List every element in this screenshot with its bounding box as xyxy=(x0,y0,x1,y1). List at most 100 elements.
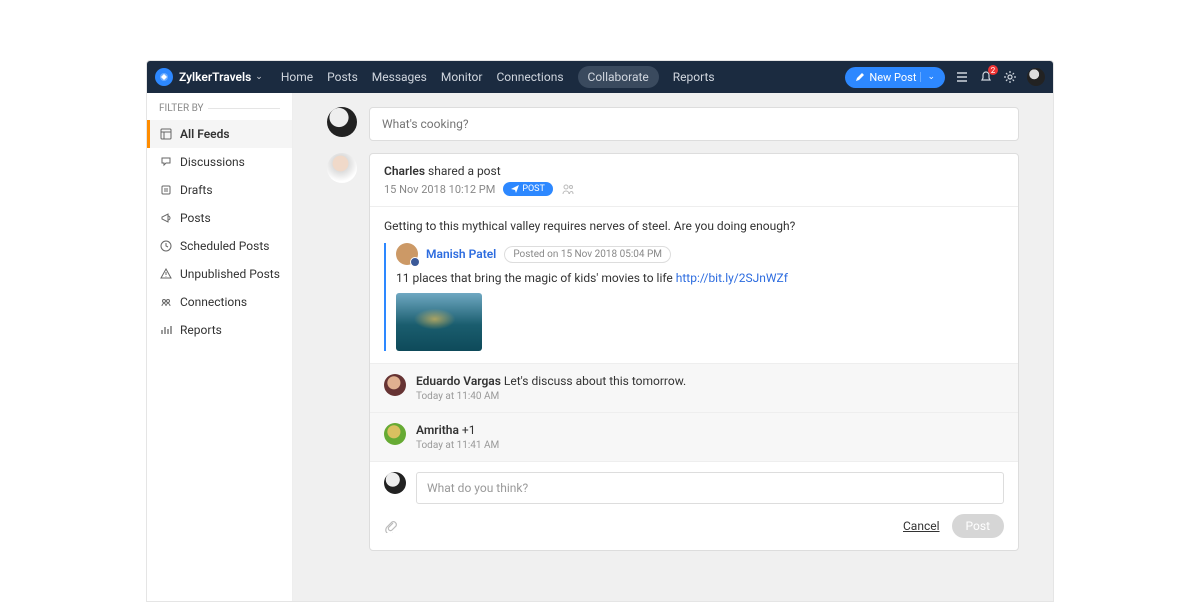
comment-text: +1 xyxy=(462,423,476,437)
comment-time: Today at 11:40 AM xyxy=(416,391,686,402)
audience-icon[interactable] xyxy=(561,183,575,195)
sidebar-item-reports[interactable]: Reports xyxy=(147,316,292,344)
warning-icon xyxy=(159,268,172,281)
gear-icon[interactable] xyxy=(1003,70,1017,84)
user-avatar[interactable] xyxy=(1027,68,1045,86)
chevron-down-icon[interactable]: ⌄ xyxy=(255,72,263,82)
connections-icon xyxy=(159,296,172,309)
comment-composer: What do you think? Cancel Post xyxy=(370,461,1018,550)
embed-body-text: 11 places that bring the magic of kids' … xyxy=(396,271,1004,285)
sidebar-item-posts[interactable]: Posts xyxy=(147,204,292,232)
whats-cooking-input[interactable] xyxy=(369,107,1019,141)
current-user-avatar-small xyxy=(384,472,406,494)
new-post-button[interactable]: New Post ⌄ xyxy=(845,67,945,88)
brand-name[interactable]: ZylkerTravels xyxy=(179,70,251,84)
sidebar: FILTER BY All Feeds Discussions Drafts P… xyxy=(147,93,293,601)
reports-icon xyxy=(159,324,172,337)
nav-home[interactable]: Home xyxy=(281,66,313,88)
comment-actions: Cancel Post xyxy=(384,514,1004,538)
embed-text: 11 places that bring the magic of kids' … xyxy=(396,271,676,285)
sidebar-item-label: Connections xyxy=(180,295,247,309)
post-pill-label: POST xyxy=(522,184,545,194)
sidebar-item-unpublished[interactable]: Unpublished Posts xyxy=(147,260,292,288)
sidebar-item-label: Scheduled Posts xyxy=(180,239,269,253)
attachment-icon[interactable] xyxy=(384,519,398,533)
app-window: ZylkerTravels ⌄ Home Posts Messages Moni… xyxy=(146,60,1054,602)
bell-icon[interactable]: 2 xyxy=(979,70,993,84)
divider-line xyxy=(208,108,280,109)
sidebar-item-label: Discussions xyxy=(180,155,245,169)
nav-monitor[interactable]: Monitor xyxy=(441,66,483,88)
feed-icon xyxy=(159,128,172,141)
comment-item: Amritha +1 Today at 11:41 AM xyxy=(370,412,1018,461)
nav-posts[interactable]: Posts xyxy=(327,66,358,88)
clock-icon xyxy=(159,240,172,253)
post-author-name: Charles xyxy=(384,164,425,178)
sidebar-item-scheduled[interactable]: Scheduled Posts xyxy=(147,232,292,260)
nav-reports[interactable]: Reports xyxy=(673,66,715,88)
sidebar-item-label: Unpublished Posts xyxy=(180,267,280,281)
filter-by-label: FILTER BY xyxy=(147,93,292,120)
top-nav: Home Posts Messages Monitor Connections … xyxy=(281,66,846,88)
topbar-right: New Post ⌄ 2 xyxy=(845,67,1045,88)
comment-author: Eduardo Vargas xyxy=(416,374,501,388)
post-action-text: shared a post xyxy=(428,164,501,178)
post-body: Getting to this mythical valley requires… xyxy=(370,207,1018,363)
sidebar-item-discussions[interactable]: Discussions xyxy=(147,148,292,176)
sidebar-item-drafts[interactable]: Drafts xyxy=(147,176,292,204)
embed-header: Manish Patel Posted on 15 Nov 2018 05:04… xyxy=(396,243,1004,265)
filter-by-text: FILTER BY xyxy=(159,103,204,114)
embedded-post: Manish Patel Posted on 15 Nov 2018 05:04… xyxy=(384,243,1004,351)
comment-avatar xyxy=(384,423,406,445)
app-shell: FILTER BY All Feeds Discussions Drafts P… xyxy=(147,93,1053,601)
post-author-line: Charles shared a post xyxy=(384,164,1004,178)
embed-posted-label: Posted on 15 Nov 2018 05:04 PM xyxy=(504,246,671,263)
chevron-down-icon[interactable]: ⌄ xyxy=(920,72,935,82)
current-user-avatar xyxy=(327,107,357,137)
post-timestamp: 15 Nov 2018 10:12 PM xyxy=(384,183,495,196)
nav-collaborate[interactable]: Collaborate xyxy=(578,66,659,88)
nav-messages[interactable]: Messages xyxy=(372,66,427,88)
sidebar-item-connections[interactable]: Connections xyxy=(147,288,292,316)
draft-icon xyxy=(159,184,172,197)
post-button[interactable]: Post xyxy=(952,514,1004,538)
pencil-icon xyxy=(855,72,865,82)
sidebar-item-label: Drafts xyxy=(180,183,213,197)
embed-link[interactable]: http://bit.ly/2SJnWZf xyxy=(676,271,788,285)
comment-body: Eduardo Vargas Let's discuss about this … xyxy=(416,374,686,402)
embed-author-name[interactable]: Manish Patel xyxy=(426,247,496,261)
composer-row xyxy=(327,107,1019,141)
notification-badge: 2 xyxy=(988,65,998,75)
embed-author-avatar xyxy=(396,243,418,265)
new-post-label: New Post xyxy=(869,71,916,84)
post-type-pill: POST xyxy=(503,182,553,196)
main-content: Charles shared a post 15 Nov 2018 10:12 … xyxy=(293,93,1053,601)
comment-input[interactable]: What do you think? xyxy=(416,472,1004,504)
post-body-text: Getting to this mythical valley requires… xyxy=(384,219,1004,233)
nav-connections[interactable]: Connections xyxy=(496,66,563,88)
topbar: ZylkerTravels ⌄ Home Posts Messages Moni… xyxy=(147,61,1053,93)
post-header: Charles shared a post 15 Nov 2018 10:12 … xyxy=(370,154,1018,207)
comment-body: Amritha +1 Today at 11:41 AM xyxy=(416,423,499,451)
comment-avatar xyxy=(384,374,406,396)
discussion-icon xyxy=(159,156,172,169)
comment-author: Amritha xyxy=(416,423,459,437)
post-author-avatar xyxy=(327,153,357,183)
facebook-icon xyxy=(410,257,420,267)
embed-image[interactable] xyxy=(396,293,482,351)
comment-time: Today at 11:41 AM xyxy=(416,440,499,451)
send-icon xyxy=(511,185,519,193)
megaphone-icon xyxy=(159,212,172,225)
post-row: Charles shared a post 15 Nov 2018 10:12 … xyxy=(327,153,1019,551)
comment-text: Let's discuss about this tomorrow. xyxy=(504,374,686,388)
sidebar-item-label: Posts xyxy=(180,211,211,225)
comment-item: Eduardo Vargas Let's discuss about this … xyxy=(370,363,1018,412)
cancel-button[interactable]: Cancel xyxy=(903,519,940,533)
sidebar-item-all-feeds[interactable]: All Feeds xyxy=(147,120,292,148)
post-meta: 15 Nov 2018 10:12 PM POST xyxy=(384,182,1004,196)
menu-icon[interactable] xyxy=(955,70,969,84)
sidebar-item-label: Reports xyxy=(180,323,222,337)
post-card: Charles shared a post 15 Nov 2018 10:12 … xyxy=(369,153,1019,551)
sidebar-item-label: All Feeds xyxy=(180,127,230,141)
brand-logo xyxy=(155,68,173,86)
